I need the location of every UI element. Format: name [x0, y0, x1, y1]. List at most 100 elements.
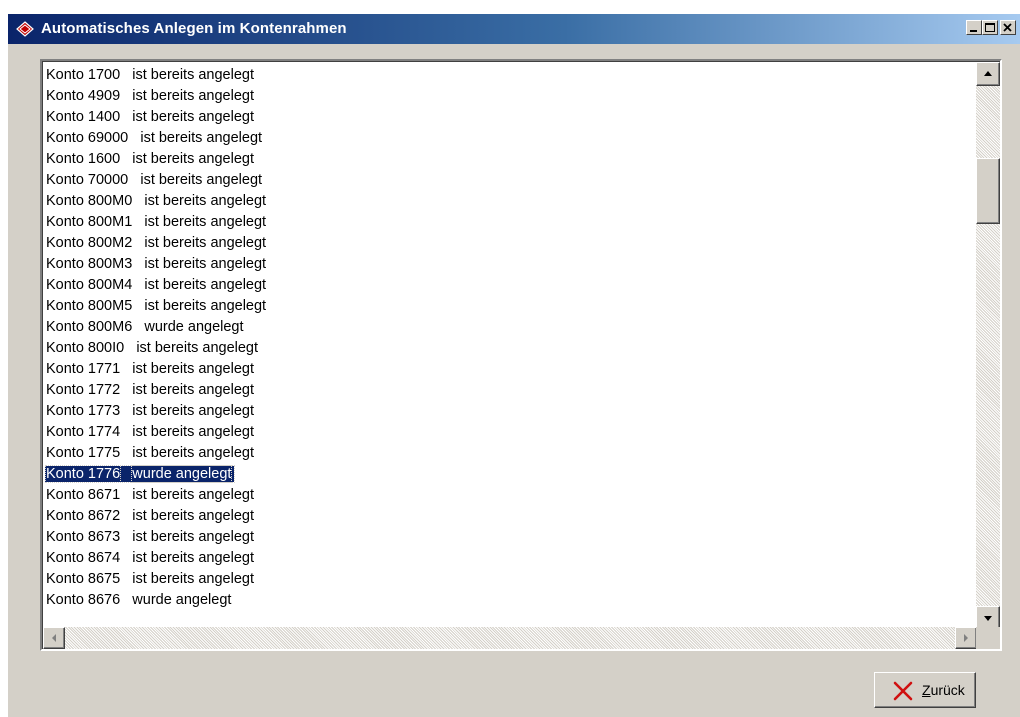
status-label: ist bereits angelegt [140, 130, 263, 146]
list-item-text: Konto 70000 ist bereits angelegt [45, 172, 265, 188]
konto-label: Konto 1774 [46, 424, 121, 440]
vertical-scrollbar[interactable] [976, 62, 1000, 630]
list-item-text: Konto 69000 ist bereits angelegt [45, 130, 265, 146]
status-label: ist bereits angelegt [144, 193, 267, 209]
status-label: ist bereits angelegt [132, 550, 254, 566]
list-item[interactable]: Konto 800M3 ist bereits angelegt [45, 254, 975, 275]
status-label: ist bereits angelegt [144, 235, 267, 251]
title-bar[interactable]: Automatisches Anlegen im Kontenrahmen [8, 14, 1020, 44]
arrow-down-icon [984, 616, 992, 621]
status-label: ist bereits angelegt [132, 487, 254, 503]
back-button[interactable]: Zurück [874, 672, 976, 708]
list-item[interactable]: Konto 800M6 wurde angelegt [45, 317, 975, 338]
arrow-up-icon [984, 71, 992, 76]
konto-label: Konto 800M3 [46, 256, 133, 272]
list-item[interactable]: Konto 1775 ist bereits angelegt [45, 443, 975, 464]
list-item[interactable]: Konto 1771 ist bereits angelegt [45, 359, 975, 380]
list-item[interactable]: Konto 1772 ist bereits angelegt [45, 380, 975, 401]
list-item[interactable]: Konto 1700 ist bereits angelegt [45, 65, 975, 86]
status-label: wurde angelegt [144, 319, 244, 335]
list-item[interactable]: Konto 1776 wurde angelegt [45, 464, 975, 485]
konto-label: Konto 800M2 [46, 235, 133, 251]
list-item[interactable]: Konto 800M1 ist bereits angelegt [45, 212, 975, 233]
scroll-left-button[interactable] [43, 627, 65, 649]
list-item[interactable]: Konto 8673 ist bereits angelegt [45, 527, 975, 548]
list-item-text: Konto 800M1 ist bereits angelegt [45, 214, 269, 230]
konto-label: Konto 800I0 [46, 340, 125, 356]
list-item-text: Konto 800M0 ist bereits angelegt [45, 193, 269, 209]
konto-label: Konto 8673 [46, 529, 121, 545]
list-item[interactable]: Konto 1600 ist bereits angelegt [45, 149, 975, 170]
status-label: ist bereits angelegt [132, 67, 254, 83]
minimize-icon [970, 30, 977, 32]
list-item-text: Konto 1400 ist bereits angelegt [45, 109, 257, 125]
list-item[interactable]: Konto 1774 ist bereits angelegt [45, 422, 975, 443]
konto-label: Konto 800M1 [46, 214, 133, 230]
window-title: Automatisches Anlegen im Kontenrahmen [41, 20, 347, 37]
app-icon [16, 21, 34, 37]
status-label: ist bereits angelegt [140, 172, 263, 188]
list-item[interactable]: Konto 8672 ist bereits angelegt [45, 506, 975, 527]
scroll-corner [976, 627, 1000, 649]
status-label: wurde angelegt [132, 592, 232, 608]
horizontal-scrollbar[interactable] [43, 627, 977, 649]
list-item-text: Konto 8672 ist bereits angelegt [45, 508, 257, 524]
list-item[interactable]: Konto 800I0 ist bereits angelegt [45, 338, 975, 359]
result-listbox[interactable]: Konto 1700 ist bereits angelegt Konto 490… [40, 59, 1002, 651]
list-item[interactable]: Konto 8675 ist bereits angelegt [45, 569, 975, 590]
status-label: ist bereits angelegt [132, 529, 254, 545]
x-cross-icon [893, 681, 913, 701]
status-label: ist bereits angelegt [144, 298, 267, 314]
list-item-text: Konto 8676 wurde angelegt [45, 592, 234, 608]
list-item[interactable]: Konto 800M0 ist bereits angelegt [45, 191, 975, 212]
list-item-text: Konto 8671 ist bereits angelegt [45, 487, 257, 503]
list-item[interactable]: Konto 800M5 ist bereits angelegt [45, 296, 975, 317]
list-item[interactable]: Konto 4909 ist bereits angelegt [45, 86, 975, 107]
list-item[interactable]: Konto 1773 ist bereits angelegt [45, 401, 975, 422]
list-item[interactable]: Konto 8676 wurde angelegt [45, 590, 975, 611]
konto-label: Konto 4909 [46, 88, 121, 104]
maximize-button[interactable] [982, 20, 998, 35]
list-item-text: Konto 800I0 ist bereits angelegt [45, 340, 261, 356]
list-item[interactable]: Konto 8671 ist bereits angelegt [45, 485, 975, 506]
minimize-button[interactable] [966, 20, 982, 35]
scroll-right-button[interactable] [955, 627, 977, 649]
status-label: wurde angelegt [131, 465, 233, 483]
list-item[interactable]: Konto 800M4 ist bereits angelegt [45, 275, 975, 296]
status-label: ist bereits angelegt [144, 256, 267, 272]
list-item[interactable]: Konto 69000 ist bereits angelegt [45, 128, 975, 149]
status-label: ist bereits angelegt [144, 277, 267, 293]
close-button[interactable] [1000, 20, 1016, 35]
konto-label: Konto 800M5 [46, 298, 133, 314]
list-item-text: Konto 800M2 ist bereits angelegt [45, 235, 269, 251]
status-label: ist bereits angelegt [132, 571, 254, 587]
konto-label: Konto 69000 [46, 130, 129, 146]
status-label: ist bereits angelegt [132, 508, 254, 524]
konto-label: Konto 1773 [46, 403, 121, 419]
scroll-thumb[interactable] [976, 158, 1000, 224]
status-label: ist bereits angelegt [132, 424, 254, 440]
list-item-text: Konto 800M3 ist bereits angelegt [45, 256, 269, 272]
konto-label: Konto 1771 [46, 361, 121, 377]
list-item[interactable]: Konto 70000 ist bereits angelegt [45, 170, 975, 191]
status-label: ist bereits angelegt [132, 88, 254, 104]
list-item-text: Konto 1771 ist bereits angelegt [45, 361, 257, 377]
scroll-up-button[interactable] [976, 62, 1000, 86]
konto-label: Konto 1776 [45, 465, 122, 483]
list-item-text: Konto 800M4 ist bereits angelegt [45, 277, 269, 293]
list-item[interactable]: Konto 800M2 ist bereits angelegt [45, 233, 975, 254]
list-item-text: Konto 1700 ist bereits angelegt [45, 67, 257, 83]
status-label: ist bereits angelegt [144, 214, 267, 230]
status-label: ist bereits angelegt [132, 361, 254, 377]
list-item-text: Konto 800M5 ist bereits angelegt [45, 298, 269, 314]
list-item-text: Konto 1772 ist bereits angelegt [45, 382, 257, 398]
konto-label: Konto 1775 [46, 445, 121, 461]
arrow-left-icon [52, 634, 56, 642]
list-item[interactable]: Konto 1400 ist bereits angelegt [45, 107, 975, 128]
list-item[interactable]: Konto 8674 ist bereits angelegt [45, 548, 975, 569]
list-item-text: Konto 8675 ist bereits angelegt [45, 571, 257, 587]
konto-label: Konto 1400 [46, 109, 121, 125]
back-button-label: Zurück [922, 682, 965, 698]
maximize-icon [985, 23, 995, 32]
list-item-text: Konto 8673 ist bereits angelegt [45, 529, 257, 545]
